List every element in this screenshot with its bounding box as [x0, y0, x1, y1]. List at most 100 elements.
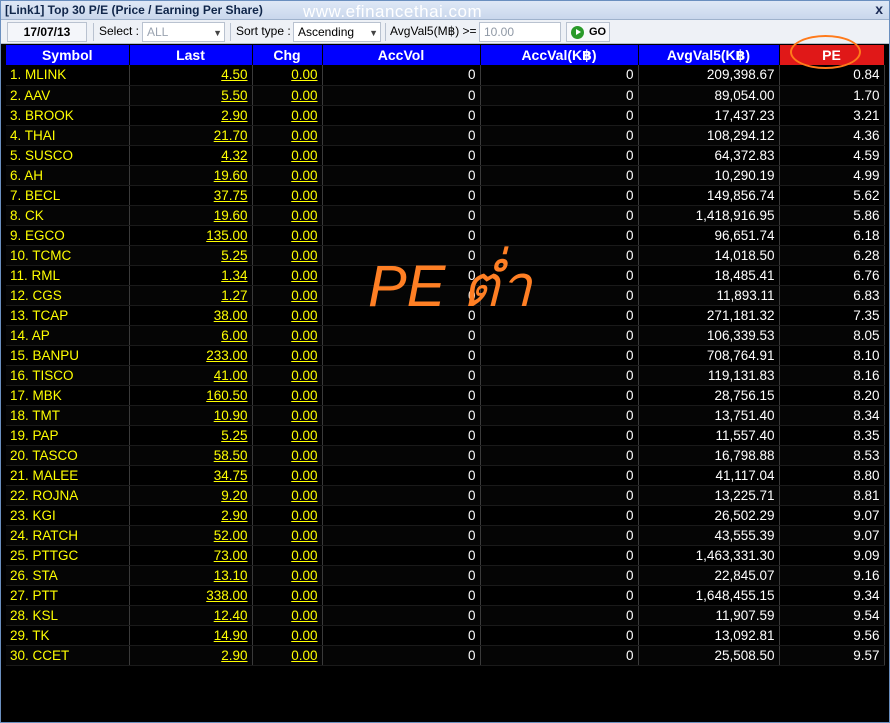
cell-chg[interactable]: 0.00	[252, 505, 323, 526]
table-row[interactable]: 15. BANPU 233.00 0.00 0 0 708,764.91 8.10	[6, 345, 885, 366]
table-row[interactable]: 2. AAV 5.50 0.00 0 0 89,054.00 1.70	[6, 85, 885, 106]
cell-chg-link[interactable]: 0.00	[291, 648, 317, 663]
cell-chg[interactable]: 0.00	[252, 285, 323, 306]
cell-chg-link[interactable]: 0.00	[291, 308, 317, 323]
table-row[interactable]: 21. MALEE 34.75 0.00 0 0 41,117.04 8.80	[6, 465, 885, 486]
cell-last[interactable]: 73.00	[129, 545, 253, 566]
table-row[interactable]: 3. BROOK 2.90 0.00 0 0 17,437.23 3.21	[6, 105, 885, 126]
cell-last-link[interactable]: 12.40	[214, 608, 248, 623]
cell-chg-link[interactable]: 0.00	[291, 528, 317, 543]
cell-last-link[interactable]: 5.25	[221, 248, 247, 263]
cell-last[interactable]: 1.34	[129, 265, 253, 286]
cell-chg[interactable]: 0.00	[252, 165, 323, 186]
table-row[interactable]: 24. RATCH 52.00 0.00 0 0 43,555.39 9.07	[6, 525, 885, 546]
cell-chg-link[interactable]: 0.00	[291, 608, 317, 623]
table-row[interactable]: 19. PAP 5.25 0.00 0 0 11,557.40 8.35	[6, 425, 885, 446]
table-row[interactable]: 17. MBK 160.50 0.00 0 0 28,756.15 8.20	[6, 385, 885, 406]
cell-chg-link[interactable]: 0.00	[291, 568, 317, 583]
cell-last-link[interactable]: 160.50	[206, 388, 247, 403]
select-dropdown[interactable]: ALL ▼	[142, 22, 225, 42]
cell-chg-link[interactable]: 0.00	[291, 588, 317, 603]
cell-last[interactable]: 12.40	[129, 605, 253, 626]
cell-chg[interactable]: 0.00	[252, 185, 323, 206]
cell-last[interactable]: 5.50	[129, 85, 253, 106]
cell-chg-link[interactable]: 0.00	[291, 408, 317, 423]
table-row[interactable]: 5. SUSCO 4.32 0.00 0 0 64,372.83 4.59	[6, 145, 885, 166]
cell-last[interactable]: 338.00	[129, 585, 253, 606]
cell-last-link[interactable]: 19.60	[214, 168, 248, 183]
cell-chg-link[interactable]: 0.00	[291, 88, 317, 103]
cell-last[interactable]: 135.00	[129, 225, 253, 246]
cell-last[interactable]: 19.60	[129, 205, 253, 226]
cell-last[interactable]: 41.00	[129, 365, 253, 386]
col-accvol[interactable]: AccVol	[322, 45, 481, 65]
cell-chg-link[interactable]: 0.00	[291, 108, 317, 123]
cell-last-link[interactable]: 58.50	[214, 448, 248, 463]
cell-last-link[interactable]: 233.00	[206, 348, 247, 363]
cell-last[interactable]: 5.25	[129, 425, 253, 446]
cell-last-link[interactable]: 52.00	[214, 528, 248, 543]
cell-chg[interactable]: 0.00	[252, 225, 323, 246]
avgval-input[interactable]: 10.00	[479, 22, 561, 42]
cell-last-link[interactable]: 2.90	[221, 108, 247, 123]
cell-chg[interactable]: 0.00	[252, 565, 323, 586]
cell-last-link[interactable]: 1.34	[221, 268, 247, 283]
cell-last[interactable]: 1.27	[129, 285, 253, 306]
col-last[interactable]: Last	[129, 45, 253, 65]
table-row[interactable]: 27. PTT 338.00 0.00 0 0 1,648,455.15 9.34	[6, 585, 885, 606]
cell-last[interactable]: 5.25	[129, 245, 253, 266]
cell-last-link[interactable]: 1.27	[221, 288, 247, 303]
cell-last[interactable]: 52.00	[129, 525, 253, 546]
table-row[interactable]: 26. STA 13.10 0.00 0 0 22,845.07 9.16	[6, 565, 885, 586]
cell-last-link[interactable]: 338.00	[206, 588, 247, 603]
sort-dropdown[interactable]: Ascending ▼	[293, 22, 381, 42]
col-chg[interactable]: Chg	[252, 45, 323, 65]
cell-chg-link[interactable]: 0.00	[291, 268, 317, 283]
cell-chg-link[interactable]: 0.00	[291, 288, 317, 303]
cell-chg[interactable]: 0.00	[252, 465, 323, 486]
col-accval[interactable]: AccVal(K฿)	[480, 45, 639, 65]
table-row[interactable]: 1. MLINK 4.50 0.00 0 0 209,398.67 0.84	[6, 65, 885, 86]
cell-chg-link[interactable]: 0.00	[291, 168, 317, 183]
cell-chg[interactable]: 0.00	[252, 645, 323, 666]
table-row[interactable]: 28. KSL 12.40 0.00 0 0 11,907.59 9.54	[6, 605, 885, 626]
cell-last[interactable]: 58.50	[129, 445, 253, 466]
cell-chg-link[interactable]: 0.00	[291, 468, 317, 483]
cell-last[interactable]: 2.90	[129, 505, 253, 526]
cell-last[interactable]: 4.32	[129, 145, 253, 166]
cell-last-link[interactable]: 5.50	[221, 88, 247, 103]
table-row[interactable]: 4. THAI 21.70 0.00 0 0 108,294.12 4.36	[6, 125, 885, 146]
cell-last-link[interactable]: 38.00	[214, 308, 248, 323]
cell-chg-link[interactable]: 0.00	[291, 628, 317, 643]
cell-chg-link[interactable]: 0.00	[291, 448, 317, 463]
cell-chg-link[interactable]: 0.00	[291, 348, 317, 363]
cell-last-link[interactable]: 2.90	[221, 648, 247, 663]
table-row[interactable]: 30. CCET 2.90 0.00 0 0 25,508.50 9.57	[6, 645, 885, 666]
cell-last-link[interactable]: 34.75	[214, 468, 248, 483]
cell-chg-link[interactable]: 0.00	[291, 508, 317, 523]
cell-chg[interactable]: 0.00	[252, 625, 323, 646]
cell-chg[interactable]: 0.00	[252, 305, 323, 326]
cell-chg[interactable]: 0.00	[252, 345, 323, 366]
table-row[interactable]: 23. KGI 2.90 0.00 0 0 26,502.29 9.07	[6, 505, 885, 526]
cell-last[interactable]: 2.90	[129, 645, 253, 666]
table-row[interactable]: 20. TASCO 58.50 0.00 0 0 16,798.88 8.53	[6, 445, 885, 466]
cell-last[interactable]: 9.20	[129, 485, 253, 506]
cell-last-link[interactable]: 6.00	[221, 328, 247, 343]
cell-chg[interactable]: 0.00	[252, 145, 323, 166]
cell-chg-link[interactable]: 0.00	[291, 67, 317, 82]
cell-chg[interactable]: 0.00	[252, 205, 323, 226]
table-row[interactable]: 8. CK 19.60 0.00 0 0 1,418,916.95 5.86	[6, 205, 885, 226]
cell-chg[interactable]: 0.00	[252, 445, 323, 466]
cell-last-link[interactable]: 37.75	[214, 188, 248, 203]
cell-last[interactable]: 21.70	[129, 125, 253, 146]
cell-chg[interactable]: 0.00	[252, 525, 323, 546]
table-row[interactable]: 29. TK 14.90 0.00 0 0 13,092.81 9.56	[6, 625, 885, 646]
cell-last[interactable]: 14.90	[129, 625, 253, 646]
cell-chg-link[interactable]: 0.00	[291, 148, 317, 163]
cell-chg[interactable]: 0.00	[252, 85, 323, 106]
cell-last[interactable]: 160.50	[129, 385, 253, 406]
cell-chg[interactable]: 0.00	[252, 125, 323, 146]
cell-last-link[interactable]: 41.00	[214, 368, 248, 383]
cell-chg-link[interactable]: 0.00	[291, 428, 317, 443]
